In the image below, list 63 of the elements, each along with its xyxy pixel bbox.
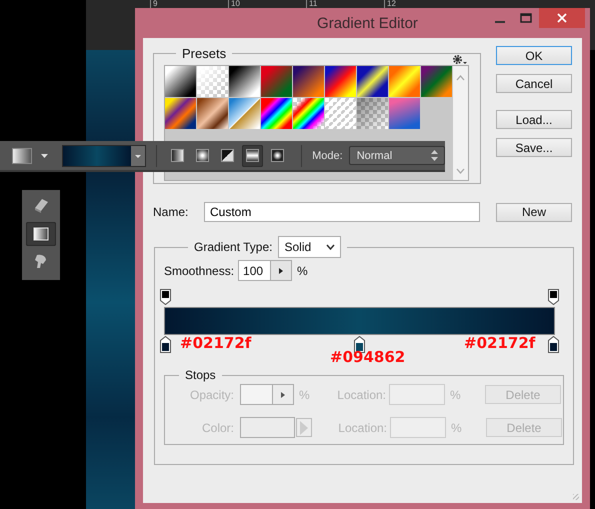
location-label: Location: bbox=[337, 420, 387, 434]
preset-swatch[interactable] bbox=[325, 66, 356, 97]
preset-swatch[interactable] bbox=[389, 98, 420, 129]
color-stop-marker[interactable] bbox=[160, 336, 171, 353]
opacity-stop-marker[interactable] bbox=[548, 289, 559, 305]
dropdown-button-icon[interactable] bbox=[131, 146, 146, 166]
preset-swatch[interactable] bbox=[229, 98, 260, 129]
preset-swatch[interactable] bbox=[293, 98, 324, 129]
caret-icon[interactable] bbox=[40, 154, 48, 158]
gear-icon[interactable] bbox=[452, 54, 467, 65]
color-annotation: #094862 bbox=[330, 349, 406, 365]
dialog-button[interactable]: Save... bbox=[496, 138, 572, 157]
preset-swatch[interactable] bbox=[421, 66, 452, 97]
smoothness-field[interactable]: 100 bbox=[238, 260, 292, 281]
color-annotation: #02172f bbox=[180, 335, 252, 351]
triangle-right-icon[interactable] bbox=[281, 392, 285, 398]
preset-swatch[interactable] bbox=[325, 98, 356, 129]
opacity-stop-marker[interactable] bbox=[160, 289, 171, 305]
tool-button[interactable] bbox=[26, 222, 56, 246]
triangle-right-icon[interactable] bbox=[279, 268, 284, 274]
dialog-button[interactable]: OK bbox=[496, 46, 572, 65]
gradient-type-label: Gradient Type: bbox=[194, 240, 272, 254]
presets-label: Presets bbox=[182, 46, 226, 61]
color-stop-marker[interactable] bbox=[548, 336, 559, 353]
percent-label: % bbox=[299, 388, 311, 402]
name-label: Name: bbox=[153, 205, 190, 219]
chevron-down-icon bbox=[326, 244, 334, 250]
preset-swatch[interactable] bbox=[357, 98, 388, 129]
gradient-bar[interactable] bbox=[164, 307, 555, 335]
preset-swatch[interactable] bbox=[165, 98, 196, 129]
preset-swatch[interactable] bbox=[229, 66, 260, 97]
color-annotation: #02172f bbox=[464, 335, 536, 351]
close-icon bbox=[557, 13, 567, 23]
opacity-label: Opacity: bbox=[188, 388, 234, 402]
location-label: Location: bbox=[336, 388, 386, 402]
up-down-arrows-icon bbox=[430, 150, 438, 161]
preset-swatch[interactable] bbox=[197, 98, 228, 129]
minimize-icon bbox=[495, 21, 505, 23]
smoothness-label: Smoothness: bbox=[164, 264, 234, 278]
preset-swatch[interactable] bbox=[293, 66, 324, 97]
name-field[interactable]: Custom bbox=[204, 202, 480, 222]
preset-swatch[interactable] bbox=[261, 66, 292, 97]
preset-swatch[interactable] bbox=[197, 66, 228, 97]
window-title: Gradient Editor bbox=[317, 14, 418, 32]
mode-label: Mode: bbox=[312, 150, 343, 162]
gradient-type-dropdown[interactable]: Solid bbox=[278, 236, 340, 258]
close-button[interactable] bbox=[539, 8, 585, 28]
percent-label: % bbox=[297, 264, 309, 278]
preset-swatch[interactable] bbox=[389, 66, 420, 97]
gradient-tool-icon[interactable] bbox=[12, 148, 32, 164]
new-button[interactable]: New bbox=[496, 202, 572, 222]
preset-swatch[interactable] bbox=[261, 98, 292, 129]
stops-label: Stops bbox=[185, 368, 216, 382]
color-label: Color: bbox=[200, 420, 234, 434]
preset-swatch[interactable] bbox=[357, 66, 388, 97]
maximize-icon bbox=[520, 13, 532, 23]
percent-label: % bbox=[451, 420, 463, 434]
gradient-type-button[interactable] bbox=[242, 144, 264, 166]
percent-label: % bbox=[450, 388, 462, 402]
dialog-button[interactable]: Cancel bbox=[496, 74, 572, 93]
mode-dropdown[interactable]: Normal bbox=[348, 146, 445, 165]
preset-swatch[interactable] bbox=[165, 66, 196, 97]
dialog-button[interactable]: Load... bbox=[496, 110, 572, 129]
